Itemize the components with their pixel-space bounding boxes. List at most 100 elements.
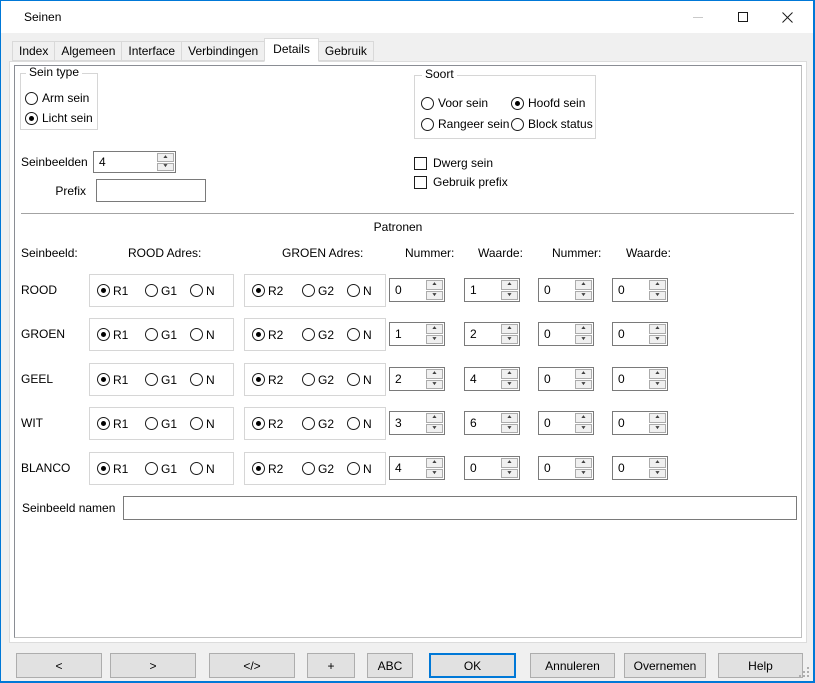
nummer1-spinner[interactable]: 1 ▲▼	[389, 322, 445, 346]
radio-n[interactable]: N	[190, 319, 215, 350]
spin-down-button[interactable]: ▼	[649, 380, 666, 390]
waarde1-spinner[interactable]: 1 ▲▼	[464, 278, 520, 302]
nummer1-spinner[interactable]: 2 ▲▼	[389, 367, 445, 391]
spin-up-button[interactable]: ▲	[426, 458, 443, 468]
spin-down-button[interactable]: ▼	[426, 291, 443, 301]
spin-down-button[interactable]: ▼	[426, 380, 443, 390]
radio-r1[interactable]: R1	[97, 319, 128, 350]
tab-index[interactable]: Index	[12, 41, 55, 61]
spin-down-button[interactable]: ▼	[501, 424, 518, 434]
spin-up-button[interactable]: ▲	[501, 280, 518, 290]
radio-n[interactable]: N	[190, 364, 215, 395]
radio-voor-sein[interactable]: Voor sein	[421, 96, 488, 110]
radio-g2[interactable]: G2	[302, 275, 334, 306]
spin-up-button[interactable]: ▲	[649, 413, 666, 423]
nummer2-spinner[interactable]: 0 ▲▼	[538, 367, 594, 391]
radio-block-status[interactable]: Block status	[511, 117, 593, 131]
spin-up-button[interactable]: ▲	[501, 458, 518, 468]
spin-down-button[interactable]: ▼	[575, 291, 592, 301]
spin-up-button[interactable]: ▲	[426, 324, 443, 334]
radio-n[interactable]: N	[347, 319, 372, 350]
ok-button[interactable]: OK	[429, 653, 516, 678]
spin-up-button[interactable]: ▲	[157, 153, 174, 162]
tab-interface[interactable]: Interface	[121, 41, 182, 61]
radio-g1[interactable]: G1	[145, 453, 177, 484]
radio-r2[interactable]: R2	[252, 408, 283, 439]
waarde2-spinner[interactable]: 0 ▲▼	[612, 278, 668, 302]
help-button[interactable]: Help	[718, 653, 803, 678]
spin-down-button[interactable]: ▼	[501, 335, 518, 345]
waarde2-spinner[interactable]: 0 ▲▼	[612, 322, 668, 346]
seinbeeld-namen-input[interactable]	[123, 496, 797, 520]
tab-verbindingen[interactable]: Verbindingen	[181, 41, 265, 61]
abc-button[interactable]: ABC	[367, 653, 413, 678]
radio-g1[interactable]: G1	[145, 408, 177, 439]
radio-n[interactable]: N	[347, 364, 372, 395]
radio-r2[interactable]: R2	[252, 319, 283, 350]
spin-up-button[interactable]: ▲	[426, 369, 443, 379]
spin-down-button[interactable]: ▼	[575, 380, 592, 390]
spin-down-button[interactable]: ▼	[501, 291, 518, 301]
spin-down-button[interactable]: ▼	[426, 424, 443, 434]
minimize-button[interactable]	[675, 2, 720, 32]
seinbeelden-spinner[interactable]: 4 ▲ ▼	[93, 151, 176, 173]
spin-down-button[interactable]: ▼	[649, 291, 666, 301]
radio-g2[interactable]: G2	[302, 453, 334, 484]
nummer2-spinner[interactable]: 0 ▲▼	[538, 456, 594, 480]
waarde2-spinner[interactable]: 0 ▲▼	[612, 367, 668, 391]
spin-up-button[interactable]: ▲	[649, 280, 666, 290]
waarde1-spinner[interactable]: 0 ▲▼	[464, 456, 520, 480]
spin-up-button[interactable]: ▲	[575, 369, 592, 379]
nummer1-spinner[interactable]: 4 ▲▼	[389, 456, 445, 480]
radio-r2[interactable]: R2	[252, 453, 283, 484]
prev-button[interactable]: <	[16, 653, 102, 678]
spin-up-button[interactable]: ▲	[575, 280, 592, 290]
nummer1-spinner[interactable]: 3 ▲▼	[389, 411, 445, 435]
spin-down-button[interactable]: ▼	[575, 335, 592, 345]
checkbox-gebruik-prefix[interactable]: Gebruik prefix	[414, 175, 508, 189]
cancel-button[interactable]: Annuleren	[530, 653, 615, 678]
nummer2-spinner[interactable]: 0 ▲▼	[538, 411, 594, 435]
radio-g1[interactable]: G1	[145, 275, 177, 306]
spin-up-button[interactable]: ▲	[649, 369, 666, 379]
radio-r2[interactable]: R2	[252, 275, 283, 306]
nummer2-spinner[interactable]: 0 ▲▼	[538, 278, 594, 302]
radio-r2[interactable]: R2	[252, 364, 283, 395]
radio-n[interactable]: N	[190, 275, 215, 306]
title-bar[interactable]: Seinen	[1, 1, 813, 33]
spin-down-button[interactable]: ▼	[649, 424, 666, 434]
spin-up-button[interactable]: ▲	[649, 324, 666, 334]
prefix-input[interactable]	[96, 179, 206, 202]
waarde2-spinner[interactable]: 0 ▲▼	[612, 456, 668, 480]
close-button[interactable]	[765, 2, 810, 32]
spin-down-button[interactable]: ▼	[649, 469, 666, 479]
nummer1-spinner[interactable]: 0 ▲▼	[389, 278, 445, 302]
spin-up-button[interactable]: ▲	[501, 324, 518, 334]
spin-down-button[interactable]: ▼	[157, 163, 174, 172]
spin-up-button[interactable]: ▲	[426, 280, 443, 290]
maximize-button[interactable]	[720, 2, 765, 32]
radio-n[interactable]: N	[347, 408, 372, 439]
nummer2-spinner[interactable]: 0 ▲▼	[538, 322, 594, 346]
radio-n[interactable]: N	[347, 453, 372, 484]
spin-down-button[interactable]: ▼	[501, 469, 518, 479]
spin-down-button[interactable]: ▼	[649, 335, 666, 345]
radio-g2[interactable]: G2	[302, 319, 334, 350]
spin-up-button[interactable]: ▲	[426, 413, 443, 423]
radio-g2[interactable]: G2	[302, 364, 334, 395]
spin-down-button[interactable]: ▼	[426, 469, 443, 479]
resize-grip[interactable]	[797, 665, 809, 677]
spin-up-button[interactable]: ▲	[575, 458, 592, 468]
tab-algemeen[interactable]: Algemeen	[54, 41, 122, 61]
radio-hoofd-sein[interactable]: Hoofd sein	[511, 96, 585, 110]
radio-n[interactable]: N	[190, 453, 215, 484]
radio-r1[interactable]: R1	[97, 275, 128, 306]
radio-g2[interactable]: G2	[302, 408, 334, 439]
radio-rangeer-sein[interactable]: Rangeer sein	[421, 117, 509, 131]
spin-down-button[interactable]: ▼	[575, 469, 592, 479]
spin-up-button[interactable]: ▲	[501, 369, 518, 379]
spin-up-button[interactable]: ▲	[575, 413, 592, 423]
radio-arm-sein[interactable]: Arm sein	[25, 91, 89, 105]
plus-button[interactable]: +	[307, 653, 355, 678]
spin-up-button[interactable]: ▲	[575, 324, 592, 334]
